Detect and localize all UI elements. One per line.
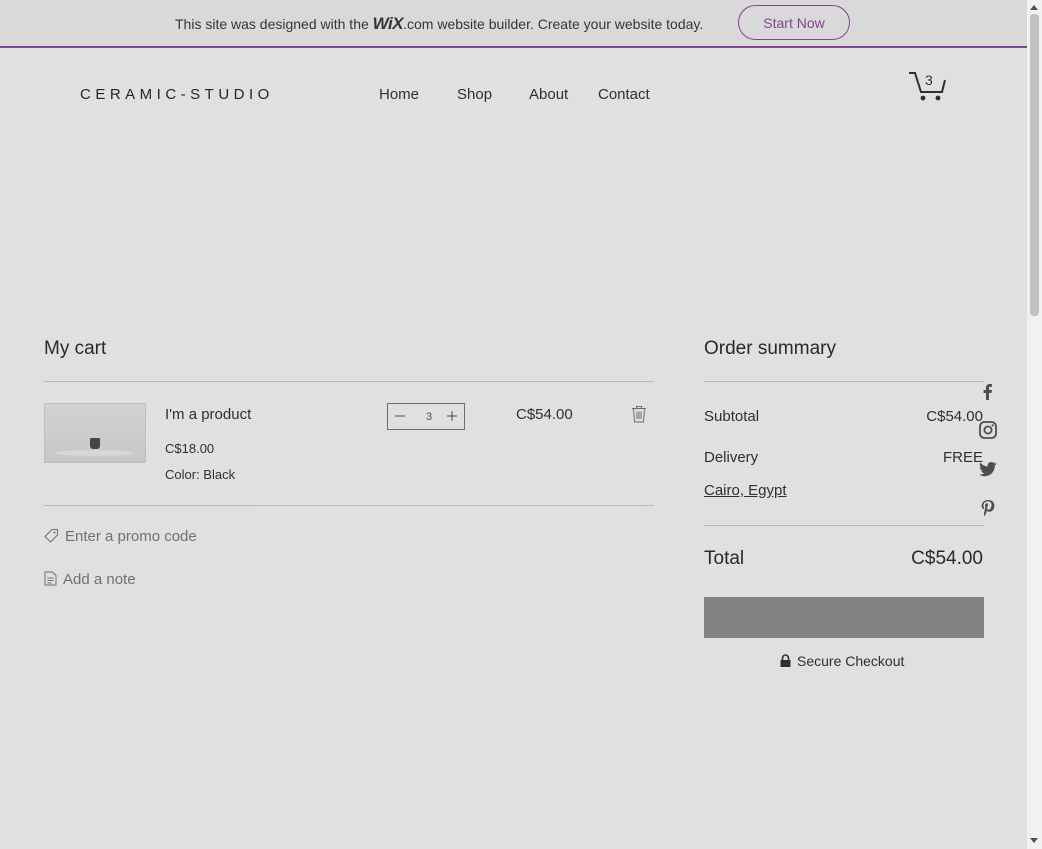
product-image[interactable] xyxy=(44,403,146,463)
product-price: C$18.00 xyxy=(165,441,215,456)
page: This site was designed with the WiX.com … xyxy=(0,0,1027,849)
note-icon xyxy=(44,571,57,586)
trash-icon xyxy=(632,406,646,423)
add-note-label: Add a note xyxy=(63,571,136,588)
site-logo[interactable]: CERAMIC-STUDIO xyxy=(80,86,274,103)
scroll-up-arrow-icon[interactable] xyxy=(1030,5,1038,10)
quantity-stepper xyxy=(387,403,465,430)
order-summary-title: Order summary xyxy=(704,338,836,359)
wix-logo: WiX xyxy=(372,14,404,33)
promo-code-link[interactable]: Enter a promo code xyxy=(44,528,197,545)
instagram-icon xyxy=(979,421,997,439)
pinterest-link[interactable] xyxy=(978,498,998,518)
total-value: C$54.00 xyxy=(911,548,983,569)
cart-button[interactable]: 3 xyxy=(906,68,948,104)
minus-icon xyxy=(395,415,405,417)
delivery-label: Delivery xyxy=(704,449,759,466)
delivery-location-link[interactable]: Cairo, Egypt xyxy=(704,482,787,499)
secure-checkout: Secure Checkout xyxy=(780,653,904,669)
subtotal-value: C$54.00 xyxy=(926,408,983,425)
nav-contact[interactable]: Contact xyxy=(598,86,650,103)
scroll-down-arrow-icon[interactable] xyxy=(1030,838,1038,843)
twitter-icon xyxy=(979,462,997,477)
page-dim-overlay xyxy=(0,0,1027,849)
product-image-shadow xyxy=(55,450,135,456)
nav-shop[interactable]: Shop xyxy=(457,86,492,103)
start-now-button[interactable]: Start Now xyxy=(738,5,850,40)
vertical-scrollbar[interactable] xyxy=(1027,0,1042,849)
scrollbar-thumb[interactable] xyxy=(1030,14,1039,316)
nav-about[interactable]: About xyxy=(529,86,568,103)
nav-home[interactable]: Home xyxy=(379,86,419,103)
my-cart-title: My cart xyxy=(44,338,107,359)
facebook-link[interactable] xyxy=(978,382,998,402)
checkout-button[interactable] xyxy=(704,597,984,638)
wix-logo-com: .com xyxy=(403,16,434,32)
product-image-cup xyxy=(90,438,100,449)
product-name[interactable]: I'm a product xyxy=(165,406,251,423)
promo-code-label: Enter a promo code xyxy=(65,528,197,545)
cart-divider-top xyxy=(44,381,654,382)
product-color: Color: Black xyxy=(165,467,236,482)
summary-divider-top xyxy=(704,381,984,382)
tag-icon xyxy=(44,529,58,543)
banner-text: This site was designed with the WiX.com … xyxy=(175,14,703,34)
lock-icon xyxy=(780,654,791,667)
decrease-quantity-button[interactable] xyxy=(388,404,412,429)
pinterest-icon xyxy=(981,500,995,517)
twitter-link[interactable] xyxy=(978,459,998,479)
remove-item-button[interactable] xyxy=(631,405,647,423)
delivery-value: FREE xyxy=(942,449,983,466)
total-label: Total xyxy=(704,548,745,569)
instagram-link[interactable] xyxy=(978,420,998,440)
add-note-link[interactable]: Add a note xyxy=(44,571,136,588)
line-total: C$54.00 xyxy=(516,406,573,423)
cart-count: 3 xyxy=(925,72,933,88)
facebook-icon xyxy=(983,384,992,400)
banner-text-after: website builder. Create your website tod… xyxy=(433,16,704,32)
subtotal-label: Subtotal xyxy=(704,408,760,425)
summary-divider-bottom xyxy=(704,525,984,526)
cart-divider-bottom xyxy=(44,505,654,506)
plus-icon xyxy=(447,411,457,421)
secure-checkout-label: Secure Checkout xyxy=(797,653,905,669)
banner-text-before: This site was designed with the xyxy=(175,16,373,32)
increase-quantity-button[interactable] xyxy=(440,404,464,429)
wix-banner: This site was designed with the WiX.com … xyxy=(0,0,1027,48)
